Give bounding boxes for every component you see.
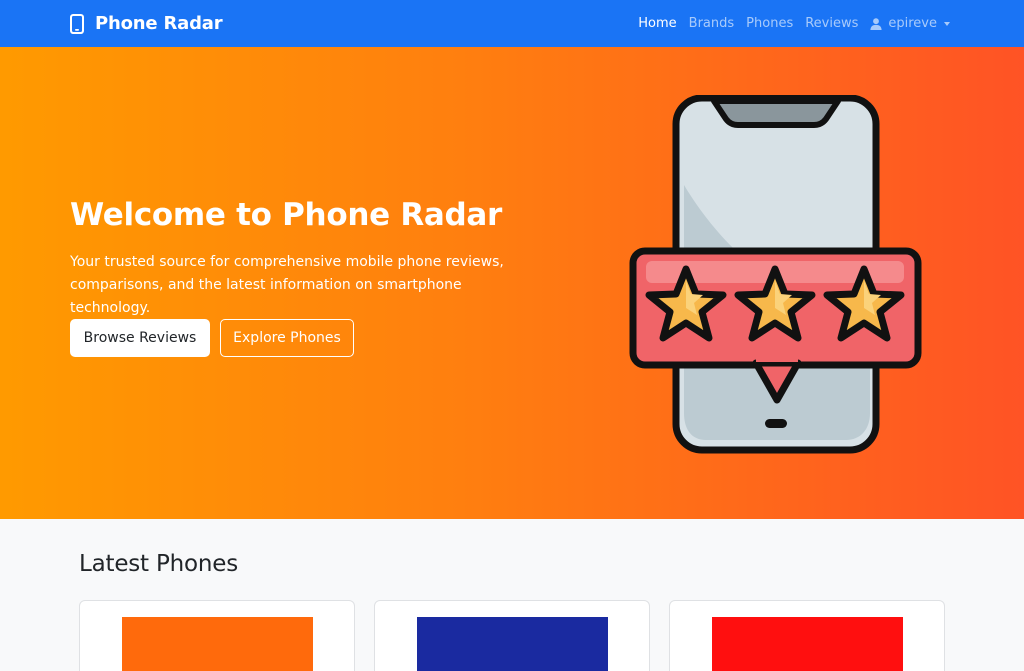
nav-phones[interactable]: Phones [746,16,793,31]
phone-rating-stars-icon [629,95,922,454]
brand-link[interactable]: Phone Radar [70,0,223,47]
phone-card[interactable] [374,600,650,671]
hero-section: Welcome to Phone Radar Your trusted sour… [0,47,1024,519]
user-name: epireve [888,16,937,31]
nav-home[interactable]: Home [638,16,676,31]
mobile-phone-icon [70,13,84,34]
brand-name: Phone Radar [95,13,223,34]
navbar: Phone Radar Home Brands Phones Reviews e… [0,0,1024,47]
user-dropdown[interactable]: epireve [870,16,950,31]
caret-down-icon [944,21,950,26]
phone-card[interactable] [669,600,945,671]
phone-image[interactable] [712,617,903,671]
phone-image[interactable] [417,617,608,671]
user-icon [870,17,882,30]
nav-menu: Home Brands Phones Reviews epireve [626,0,950,47]
browse-reviews-button[interactable]: Browse Reviews [70,319,210,357]
latest-phones-title: Latest Phones [79,551,239,577]
nav-brands[interactable]: Brands [689,16,735,31]
hero-description: Your trusted source for comprehensive mo… [70,254,504,316]
phone-card[interactable] [79,600,355,671]
hero-title: Welcome to Phone Radar [70,197,503,233]
explore-phones-button[interactable]: Explore Phones [220,319,354,357]
phone-image[interactable] [122,617,313,671]
nav-reviews[interactable]: Reviews [805,16,858,31]
